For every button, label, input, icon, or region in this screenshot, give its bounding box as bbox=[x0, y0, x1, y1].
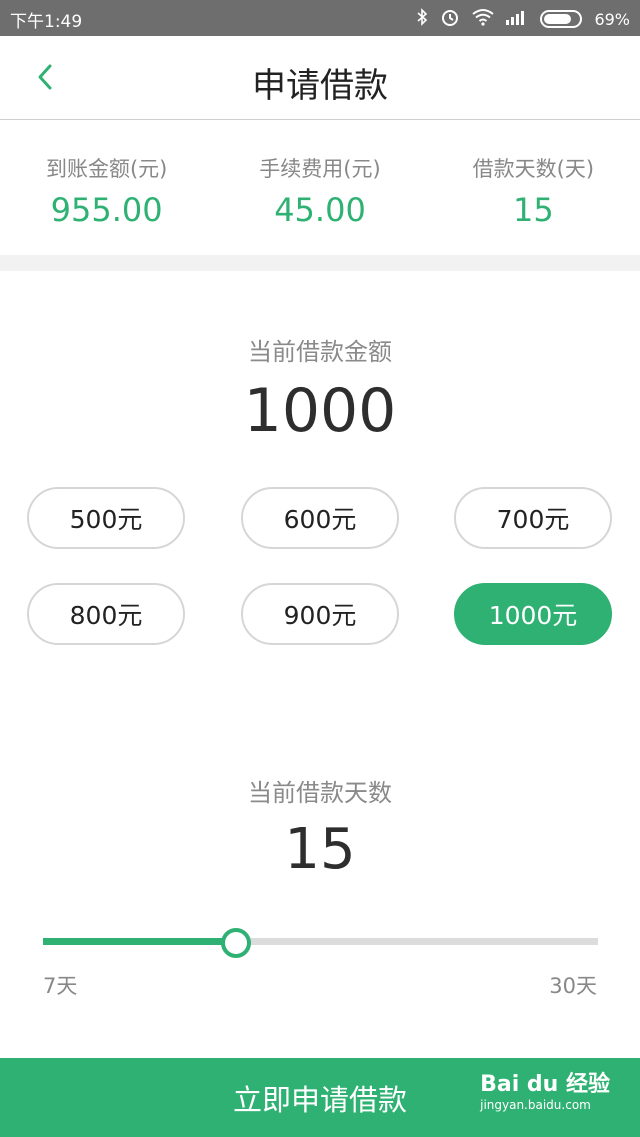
signal-icon bbox=[506, 9, 528, 29]
status-bar: 下午1:49 69% bbox=[0, 0, 640, 36]
days-min-label: 7天 bbox=[43, 974, 78, 998]
status-time: 下午1:49 bbox=[10, 12, 83, 32]
battery-percent: 69% bbox=[594, 9, 630, 29]
amount-option-800[interactable]: 800元 bbox=[27, 583, 185, 645]
watermark-sub: jingyan.baidu.com bbox=[480, 1098, 591, 1112]
summary-received: 到账金额(元) 955.00 bbox=[0, 121, 213, 255]
watermark-main: Bai du 经验 bbox=[480, 1072, 610, 1097]
bluetooth-icon bbox=[416, 8, 428, 30]
watermark: Bai du 经验 jingyan.baidu.com bbox=[480, 1066, 610, 1112]
days-label: 当前借款天数 bbox=[248, 779, 392, 807]
slider-thumb[interactable] bbox=[221, 928, 251, 958]
amount-value: 1000 bbox=[243, 376, 397, 446]
amount-option-1000[interactable]: 1000元 bbox=[454, 583, 612, 645]
amount-option-600[interactable]: 600元 bbox=[241, 487, 399, 549]
page-title: 申请借款 bbox=[252, 66, 388, 106]
app-header: 申请借款 bbox=[0, 36, 640, 120]
wifi-icon bbox=[472, 8, 495, 30]
summary-label: 手续费用(元) bbox=[259, 157, 381, 181]
section-divider bbox=[0, 255, 640, 271]
summary-value: 955.00 bbox=[50, 191, 163, 229]
amount-option-900[interactable]: 900元 bbox=[241, 583, 399, 645]
days-value: 15 bbox=[284, 817, 356, 882]
summary-days: 借款天数(天) 15 bbox=[427, 121, 640, 255]
summary-value: 45.00 bbox=[274, 191, 366, 229]
summary-label: 借款天数(天) bbox=[472, 157, 595, 181]
status-icons: 69% bbox=[416, 7, 630, 31]
amount-option-500[interactable]: 500元 bbox=[27, 487, 185, 549]
loan-summary: 到账金额(元) 955.00 手续费用(元) 45.00 借款天数(天) 15 bbox=[0, 121, 640, 255]
battery-icon bbox=[540, 10, 583, 28]
slider-fill bbox=[43, 938, 236, 945]
summary-label: 到账金额(元) bbox=[45, 157, 168, 181]
summary-value: 15 bbox=[512, 191, 554, 229]
days-max-label: 30天 bbox=[549, 974, 597, 998]
alarm-icon bbox=[440, 7, 460, 31]
days-slider[interactable] bbox=[43, 928, 598, 958]
amount-option-700[interactable]: 700元 bbox=[454, 487, 612, 549]
amount-label: 当前借款金额 bbox=[248, 338, 392, 366]
summary-fee: 手续费用(元) 45.00 bbox=[213, 121, 426, 255]
